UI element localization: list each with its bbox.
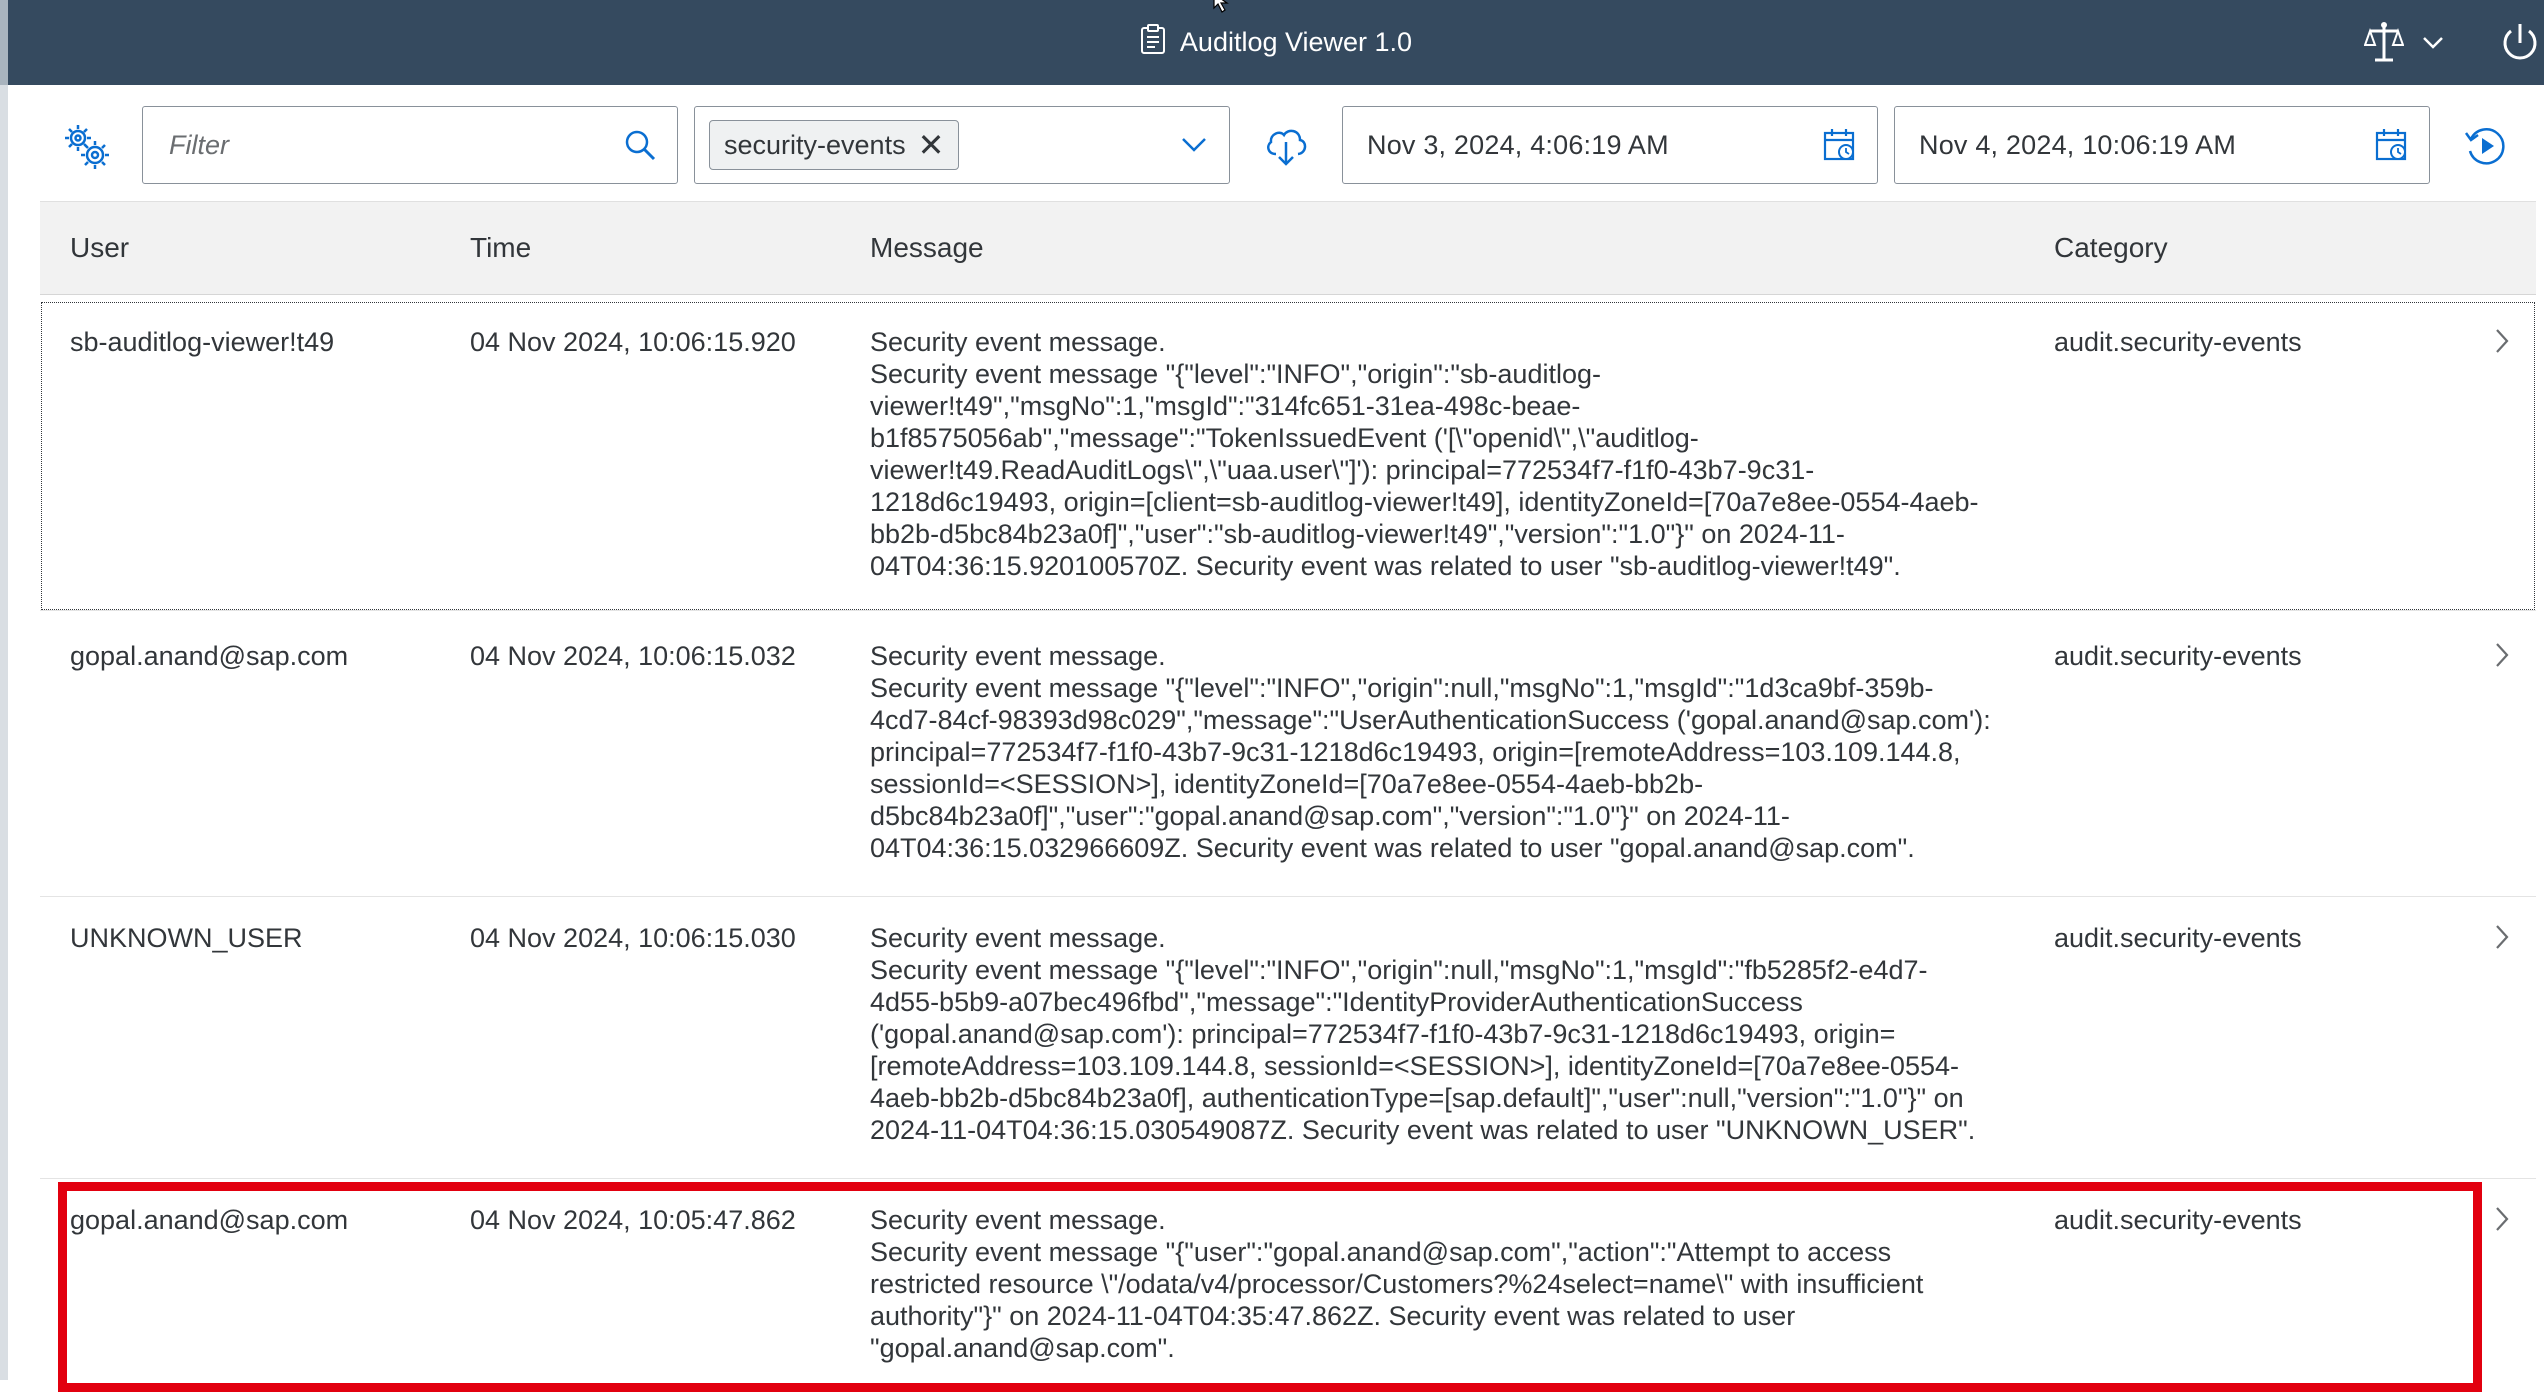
message-line: 4d55-b5b9-a07bec496fbd","message":"Ident… [870, 987, 1803, 1017]
message-line: Security event message. [870, 923, 1166, 953]
row-time: 04 Nov 2024, 10:06:15.032 [470, 641, 796, 671]
row-message: Security event message. Security event m… [870, 1204, 2070, 1364]
message-line: Security event message. [870, 1205, 1166, 1235]
message-line: 04T04:36:15.920100570Z. Security event w… [870, 551, 1901, 581]
message-line: principal=772534f7-f1f0-43b7-9c31-1218d6… [870, 737, 1961, 767]
row-time: 04 Nov 2024, 10:06:15.030 [470, 923, 796, 953]
chevron-down-icon[interactable] [2422, 0, 2444, 85]
row-message: Security event message. Security event m… [870, 640, 2070, 864]
chevron-right-icon[interactable] [2494, 1205, 2510, 1238]
row-category: audit.security-events [2054, 1205, 2302, 1235]
filter-search-field[interactable]: Filter [142, 106, 678, 184]
message-line: Security event message. [870, 641, 1166, 671]
column-header-user[interactable]: User [70, 202, 129, 294]
column-header-time[interactable]: Time [470, 202, 531, 294]
column-header-message[interactable]: Message [870, 202, 984, 294]
row-category: audit.security-events [2054, 923, 2302, 953]
row-message: Security event message. Security event m… [870, 922, 2070, 1146]
row-category: audit.security-events [2054, 641, 2302, 671]
app-title-text: Auditlog Viewer 1.0 [1179, 27, 1413, 57]
message-line: 1218d6c19493, origin=[client=sb-auditlog… [870, 487, 1979, 517]
row-message: Security event message. Security event m… [870, 326, 2070, 582]
chevron-right-icon[interactable] [2494, 327, 2510, 360]
message-line: 2024-11-04T04:36:15.030549087Z. Security… [870, 1115, 1976, 1145]
category-multiselect[interactable]: security-events ✕ [694, 106, 1230, 184]
message-line: Security event message. [870, 327, 1166, 357]
filter-placeholder: Filter [169, 129, 229, 160]
row-user: sb-auditlog-viewer!t49 [70, 327, 335, 357]
category-token: security-events ✕ [709, 120, 960, 170]
mouse-cursor-icon [1212, 0, 1238, 21]
left-edge [0, 85, 8, 1380]
row-time: 04 Nov 2024, 10:06:15.920 [470, 327, 796, 357]
clipboard-icon [1140, 23, 1166, 62]
to-date-picker[interactable]: Nov 4, 2024, 10:06:19 AM [1894, 106, 2430, 184]
message-line: "gopal.anand@sap.com". [870, 1333, 1175, 1363]
row-time: 04 Nov 2024, 10:05:47.862 [470, 1205, 796, 1235]
row-user: gopal.anand@sap.com [70, 1205, 349, 1235]
category-token-label: security-events [724, 129, 906, 160]
from-date-value: Nov 3, 2024, 4:06:19 AM [1367, 129, 1669, 160]
table-row[interactable]: sb-auditlog-viewer!t49 04 Nov 2024, 10:0… [40, 301, 2536, 611]
refresh-icon[interactable] [2456, 116, 2516, 176]
search-icon[interactable] [603, 107, 677, 183]
chevron-right-icon[interactable] [2494, 641, 2510, 674]
token-remove-icon[interactable]: ✕ [918, 129, 945, 161]
shell-header: Auditlog Viewer 1.0 [0, 0, 2544, 85]
message-line: viewer!t49","msgNo":1,"msgId":"314fc651-… [870, 391, 1581, 421]
chevron-right-icon[interactable] [2494, 923, 2510, 956]
message-line: 04T04:36:15.032966609Z. Security event w… [870, 833, 1915, 863]
row-category: audit.security-events [2054, 327, 2302, 357]
row-user: UNKNOWN_USER [70, 923, 303, 953]
message-line: authority"}" on 2024-11-04T04:35:47.862Z… [870, 1301, 1796, 1331]
message-line: Security event message "{"user":"gopal.a… [870, 1237, 1892, 1267]
cloud-download-icon[interactable] [1256, 116, 1316, 176]
app-title: Auditlog Viewer 1.0 [8, 0, 2544, 85]
table-row[interactable]: gopal.anand@sap.com 04 Nov 2024, 10:06:1… [40, 615, 2536, 897]
row-user: gopal.anand@sap.com [70, 641, 349, 671]
table-header: User Time Message Category [40, 201, 2536, 295]
calendar-icon[interactable] [2355, 107, 2429, 183]
message-line: Security event message "{"level":"INFO",… [870, 673, 1934, 703]
message-line: ('gopal.anand@sap.com'): principal=77253… [870, 1019, 1896, 1049]
message-line: restricted resource \"/odata/v4/processo… [870, 1269, 1924, 1299]
message-line: bb2b-d5bc84b23a0f]","user":"sb-auditlog-… [870, 519, 1845, 549]
message-line: sessionId=<SESSION>], identityZoneId=[70… [870, 769, 1704, 799]
message-line: 4cd7-84cf-98393d98c029","message":"UserA… [870, 705, 1991, 735]
message-line: [remoteAddress=103.109.144.8, sessionId=… [870, 1051, 1959, 1081]
chevron-down-icon[interactable] [1159, 107, 1229, 183]
message-line: d5bc84b23a0f]","user":"gopal.anand@sap.c… [870, 801, 1790, 831]
table-row[interactable]: gopal.anand@sap.com 04 Nov 2024, 10:05:4… [40, 1179, 2536, 1399]
power-icon[interactable] [2498, 0, 2542, 85]
message-line: Security event message "{"level":"INFO",… [870, 359, 1601, 389]
calendar-icon[interactable] [1803, 107, 1877, 183]
from-date-picker[interactable]: Nov 3, 2024, 4:06:19 AM [1342, 106, 1878, 184]
message-line: b1f8575056ab","message":"TokenIssuedEven… [870, 423, 1699, 453]
scales-icon[interactable] [2364, 0, 2404, 85]
message-line: viewer!t49.ReadAuditLogs\",\"uaa.user\"]… [870, 455, 1815, 485]
to-date-value: Nov 4, 2024, 10:06:19 AM [1919, 129, 2237, 160]
table-row[interactable]: UNKNOWN_USER 04 Nov 2024, 10:06:15.030 S… [40, 897, 2536, 1179]
message-line: 4aeb-bb2b-d5bc84b23a0f], authenticationT… [870, 1083, 1964, 1113]
settings-gear-icon[interactable] [56, 116, 116, 176]
message-line: Security event message "{"level":"INFO",… [870, 955, 1928, 985]
column-header-category[interactable]: Category [2054, 202, 2168, 294]
